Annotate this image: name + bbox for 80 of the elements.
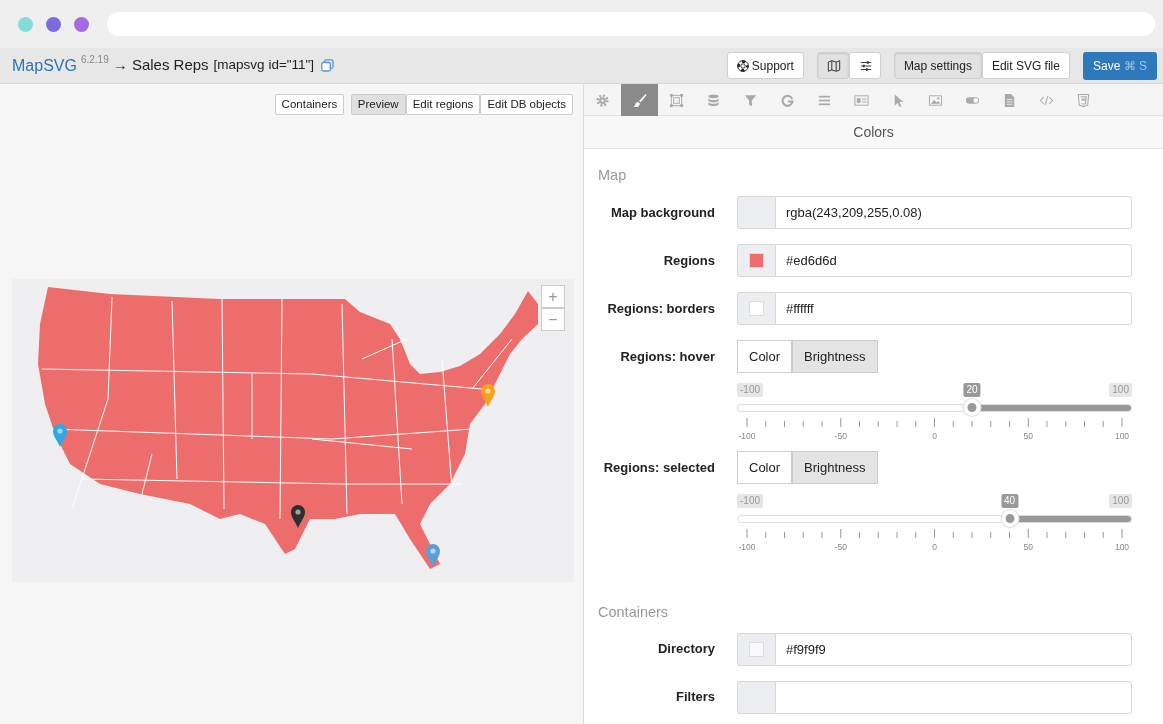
mode-option[interactable]: Color (737, 339, 793, 373)
shield-icon (1076, 92, 1091, 108)
image-icon (928, 92, 943, 108)
slider-min-label: -100 (737, 493, 763, 508)
tick-label: -100 (737, 540, 757, 554)
view-toggle-button[interactable] (848, 52, 881, 79)
section-title: Containers (597, 602, 670, 622)
field-label: Directory (656, 640, 715, 659)
shortcode-text: [mapsvg id="11"] (213, 56, 315, 75)
field-label: Regions: hover (619, 347, 715, 366)
view-toggle-button[interactable] (816, 52, 849, 79)
map-icon (826, 58, 841, 73)
field-label: Map background (610, 203, 715, 222)
color-value-field[interactable]: rgba(243,209,255,0.08) (775, 195, 1132, 229)
slider-thumb[interactable] (963, 398, 981, 416)
map-marker-icon[interactable] (480, 383, 496, 407)
color-value-field[interactable] (775, 680, 1132, 714)
breadcrumb-text: → Sales Reps (112, 55, 209, 76)
view-tab[interactable]: Edit DB objects (480, 94, 573, 115)
file-icon (1002, 92, 1017, 108)
color-value-field[interactable]: #ffffff (775, 291, 1132, 325)
letter-g-icon (780, 92, 795, 108)
app-title-link[interactable]: MapSVG (12, 53, 77, 78)
color-picker-button[interactable] (737, 243, 775, 277)
color-value-field[interactable]: #f9f9f9 (775, 632, 1132, 666)
copy-icon[interactable] (320, 59, 334, 72)
slider-max-label: 100 (1109, 493, 1132, 508)
lifebuoy-icon (736, 59, 749, 72)
containers-button[interactable]: Containers (274, 94, 345, 115)
tick-label: -50 (833, 429, 848, 443)
view-tab[interactable]: Edit regions (405, 94, 481, 115)
field-label: Regions: borders (606, 299, 715, 318)
settings-icon (595, 92, 610, 108)
color-picker-button[interactable] (737, 195, 775, 229)
window-control[interactable] (74, 16, 89, 32)
tick-label: 50 (1022, 429, 1034, 443)
support-button[interactable]: Support (726, 52, 804, 79)
mode-option[interactable]: Brightness (792, 450, 878, 484)
panel-title: Colors (584, 116, 1163, 149)
field-label: Filters (675, 688, 715, 707)
slider-max-label: 100 (1109, 382, 1132, 397)
id-card-icon (854, 92, 869, 108)
mode-option[interactable]: Color (737, 450, 793, 484)
save-button[interactable]: Save ⌘ S (1082, 51, 1157, 80)
slider-thumb[interactable] (1001, 509, 1018, 527)
version-text: 6.2.19 (80, 53, 109, 67)
mode-tab[interactable]: Map settings (893, 52, 982, 79)
sliders-icon (858, 58, 873, 73)
slider-track[interactable] (737, 398, 1132, 418)
color-picker-button[interactable] (737, 291, 775, 325)
slider-min-label: -100 (737, 382, 763, 397)
tick-label: -50 (833, 540, 848, 554)
map-marker-icon[interactable] (290, 504, 306, 528)
color-value-field[interactable]: #ed6d6d (775, 243, 1132, 277)
us-map-drawing[interactable] (38, 287, 538, 569)
color-picker-button[interactable] (737, 632, 775, 666)
section-title: Map (597, 166, 628, 185)
database-icon (706, 92, 721, 108)
tick-label: 100 (1113, 540, 1131, 554)
filter-icon (743, 92, 758, 108)
frame-icon (669, 92, 684, 108)
slider-value-label: 20 (963, 382, 981, 397)
brush-icon (632, 92, 647, 108)
window-control[interactable] (46, 16, 61, 32)
slider-track[interactable] (737, 509, 1132, 529)
tick-label: 100 (1113, 429, 1131, 443)
tick-label: 0 (931, 429, 938, 443)
field-label: Regions: selected (602, 458, 715, 477)
map-marker-icon[interactable] (52, 423, 68, 447)
tick-label: 0 (931, 540, 938, 554)
mode-tab[interactable]: Edit SVG file (981, 52, 1070, 79)
settings-tab[interactable] (621, 84, 658, 116)
color-picker-button[interactable] (737, 680, 775, 714)
slider-value-label: 40 (1000, 493, 1019, 508)
tick-label: 50 (1022, 540, 1034, 554)
mode-option[interactable]: Brightness (792, 339, 878, 373)
map-marker-icon[interactable] (425, 543, 441, 567)
field-label: Regions (662, 251, 715, 270)
view-tab[interactable]: Preview (350, 94, 406, 115)
tick-label: -100 (737, 429, 757, 443)
